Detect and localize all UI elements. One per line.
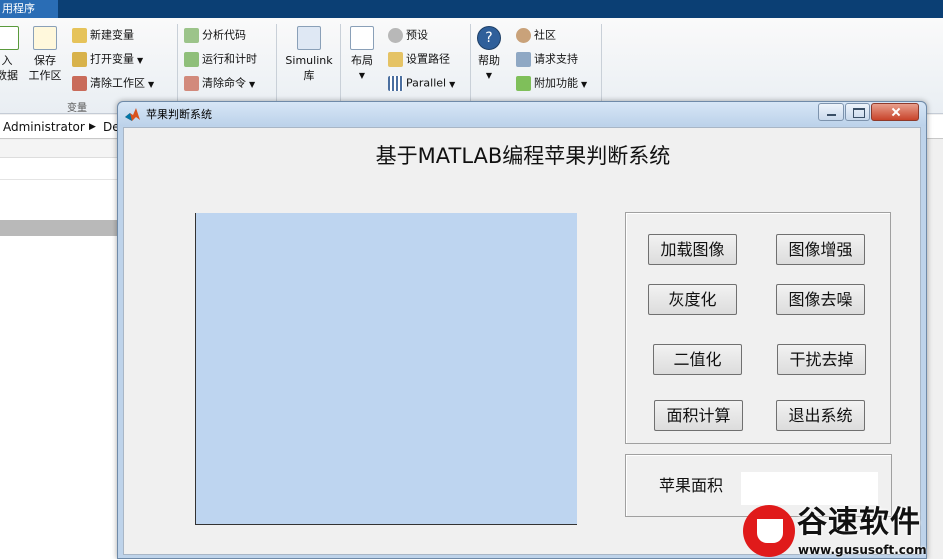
open-variable-button[interactable]: 打开变量 ▼ xyxy=(72,52,143,68)
ribbon-separator xyxy=(470,24,471,108)
gear-icon xyxy=(388,28,403,43)
calculate-area-button[interactable]: 面积计算 xyxy=(654,400,743,431)
set-path-button[interactable]: 设置路径 xyxy=(388,52,450,67)
binarize-button[interactable]: 二值化 xyxy=(653,344,742,375)
analyze-code-button[interactable]: 分析代码 xyxy=(184,28,246,43)
figure-window-title: 苹果判断系统 xyxy=(146,108,212,121)
area-label: 苹果面积 xyxy=(659,476,724,495)
figure-client-area: 基于MATLAB编程苹果判断系统 加载图像 图像增强 灰度化 图像去噪 二值化 … xyxy=(123,127,921,555)
parallel-icon xyxy=(388,76,403,91)
maximize-button[interactable] xyxy=(845,103,870,121)
screen: 用程序 入 数据 保存 工作区 新建变量 打开变量 ▼ 清除工作区 ▼ 变量 分析代… xyxy=(0,0,943,559)
new-variable-button[interactable]: 新建变量 xyxy=(72,28,134,43)
figure-window: 苹果判断系统 基于MATLAB编程苹果判断系统 加载图像 图像增强 灰度化 图像… xyxy=(117,101,927,559)
chevron-down-icon: ▼ xyxy=(358,71,366,80)
layout-icon xyxy=(350,26,374,50)
remove-interference-button[interactable]: 干扰去掉 xyxy=(777,344,866,375)
import-data-icon xyxy=(0,26,19,50)
image-axes[interactable] xyxy=(195,213,577,525)
current-folder-panel xyxy=(0,140,120,559)
simulink-icon xyxy=(297,26,321,50)
minimize-button[interactable] xyxy=(818,103,844,121)
clear-workspace-icon xyxy=(72,76,87,91)
simulink-library-button[interactable]: Simulink 库 xyxy=(284,26,334,83)
save-workspace-icon xyxy=(33,26,57,50)
panel-divider xyxy=(0,220,120,236)
ribbon-separator xyxy=(340,24,341,108)
watermark-name: 谷速软件 xyxy=(797,505,921,540)
chevron-down-icon: ▼ xyxy=(249,79,256,89)
load-image-button[interactable]: 加载图像 xyxy=(648,234,737,265)
chevron-down-icon: ▼ xyxy=(581,79,588,89)
open-variable-icon xyxy=(72,52,87,67)
chevron-down-icon: ▼ xyxy=(137,55,144,65)
ribbon-separator xyxy=(276,24,277,108)
clear-workspace-button[interactable]: 清除工作区 ▼ xyxy=(72,76,154,92)
exit-system-button[interactable]: 退出系统 xyxy=(776,400,865,431)
breadcrumb-user[interactable]: Administrator xyxy=(3,115,85,139)
variable-group-label: 变量 xyxy=(67,103,87,114)
new-variable-icon xyxy=(72,28,87,43)
matlab-title-strip: 用程序 xyxy=(0,0,943,18)
close-button[interactable] xyxy=(871,103,919,121)
ribbon-separator xyxy=(601,24,602,108)
folder-icon xyxy=(388,52,403,67)
watermark-logo: 谷速软件 www.gususoft.com xyxy=(743,505,943,559)
denoise-image-button[interactable]: 图像去噪 xyxy=(776,284,865,315)
breadcrumb-arrow-icon: ▶ xyxy=(89,122,96,132)
matlab-logo-icon xyxy=(125,108,140,121)
community-button[interactable]: 社区 xyxy=(516,28,556,43)
community-icon xyxy=(516,28,531,43)
run-and-time-button[interactable]: 运行和计时 xyxy=(184,52,257,67)
parallel-button[interactable]: Parallel ▼ xyxy=(388,76,455,92)
support-icon xyxy=(516,52,531,67)
request-support-button[interactable]: 请求支持 xyxy=(516,52,578,67)
chevron-down-icon: ▼ xyxy=(485,71,493,80)
enhance-image-button[interactable]: 图像增强 xyxy=(776,234,865,265)
apps-tab[interactable]: 用程序 xyxy=(0,0,58,18)
list-item[interactable] xyxy=(0,162,120,180)
ribbon-separator xyxy=(177,24,178,108)
watermark-url: www.gususoft.com xyxy=(798,543,927,557)
save-workspace-button[interactable]: 保存 工作区 xyxy=(26,26,64,83)
add-ons-icon xyxy=(516,76,531,91)
area-value-field[interactable] xyxy=(741,472,878,505)
page-title: 基于MATLAB编程苹果判断系统 xyxy=(375,144,671,168)
layout-button[interactable]: 布局 ▼ xyxy=(346,26,378,83)
clear-commands-icon xyxy=(184,76,199,91)
grayscale-button[interactable]: 灰度化 xyxy=(648,284,737,315)
preferences-button[interactable]: 预设 xyxy=(388,28,428,43)
chevron-down-icon: ▼ xyxy=(148,79,155,89)
help-icon: ? xyxy=(477,26,501,50)
matlab-ribbon: 入 数据 保存 工作区 新建变量 打开变量 ▼ 清除工作区 ▼ 变量 分析代码 运行… xyxy=(0,18,943,114)
analyze-code-icon xyxy=(184,28,199,43)
watermark-g-icon xyxy=(743,505,795,557)
chevron-down-icon: ▼ xyxy=(449,79,456,89)
add-ons-button[interactable]: 附加功能 ▼ xyxy=(516,76,587,92)
figure-title-bar[interactable]: 苹果判断系统 xyxy=(118,102,926,126)
panel-header xyxy=(0,140,120,158)
run-and-time-icon xyxy=(184,52,199,67)
clear-commands-button[interactable]: 清除命令 ▼ xyxy=(184,76,255,92)
import-data-button[interactable]: 入 数据 xyxy=(0,26,20,83)
help-button[interactable]: ? 帮助 ▼ xyxy=(474,26,504,83)
